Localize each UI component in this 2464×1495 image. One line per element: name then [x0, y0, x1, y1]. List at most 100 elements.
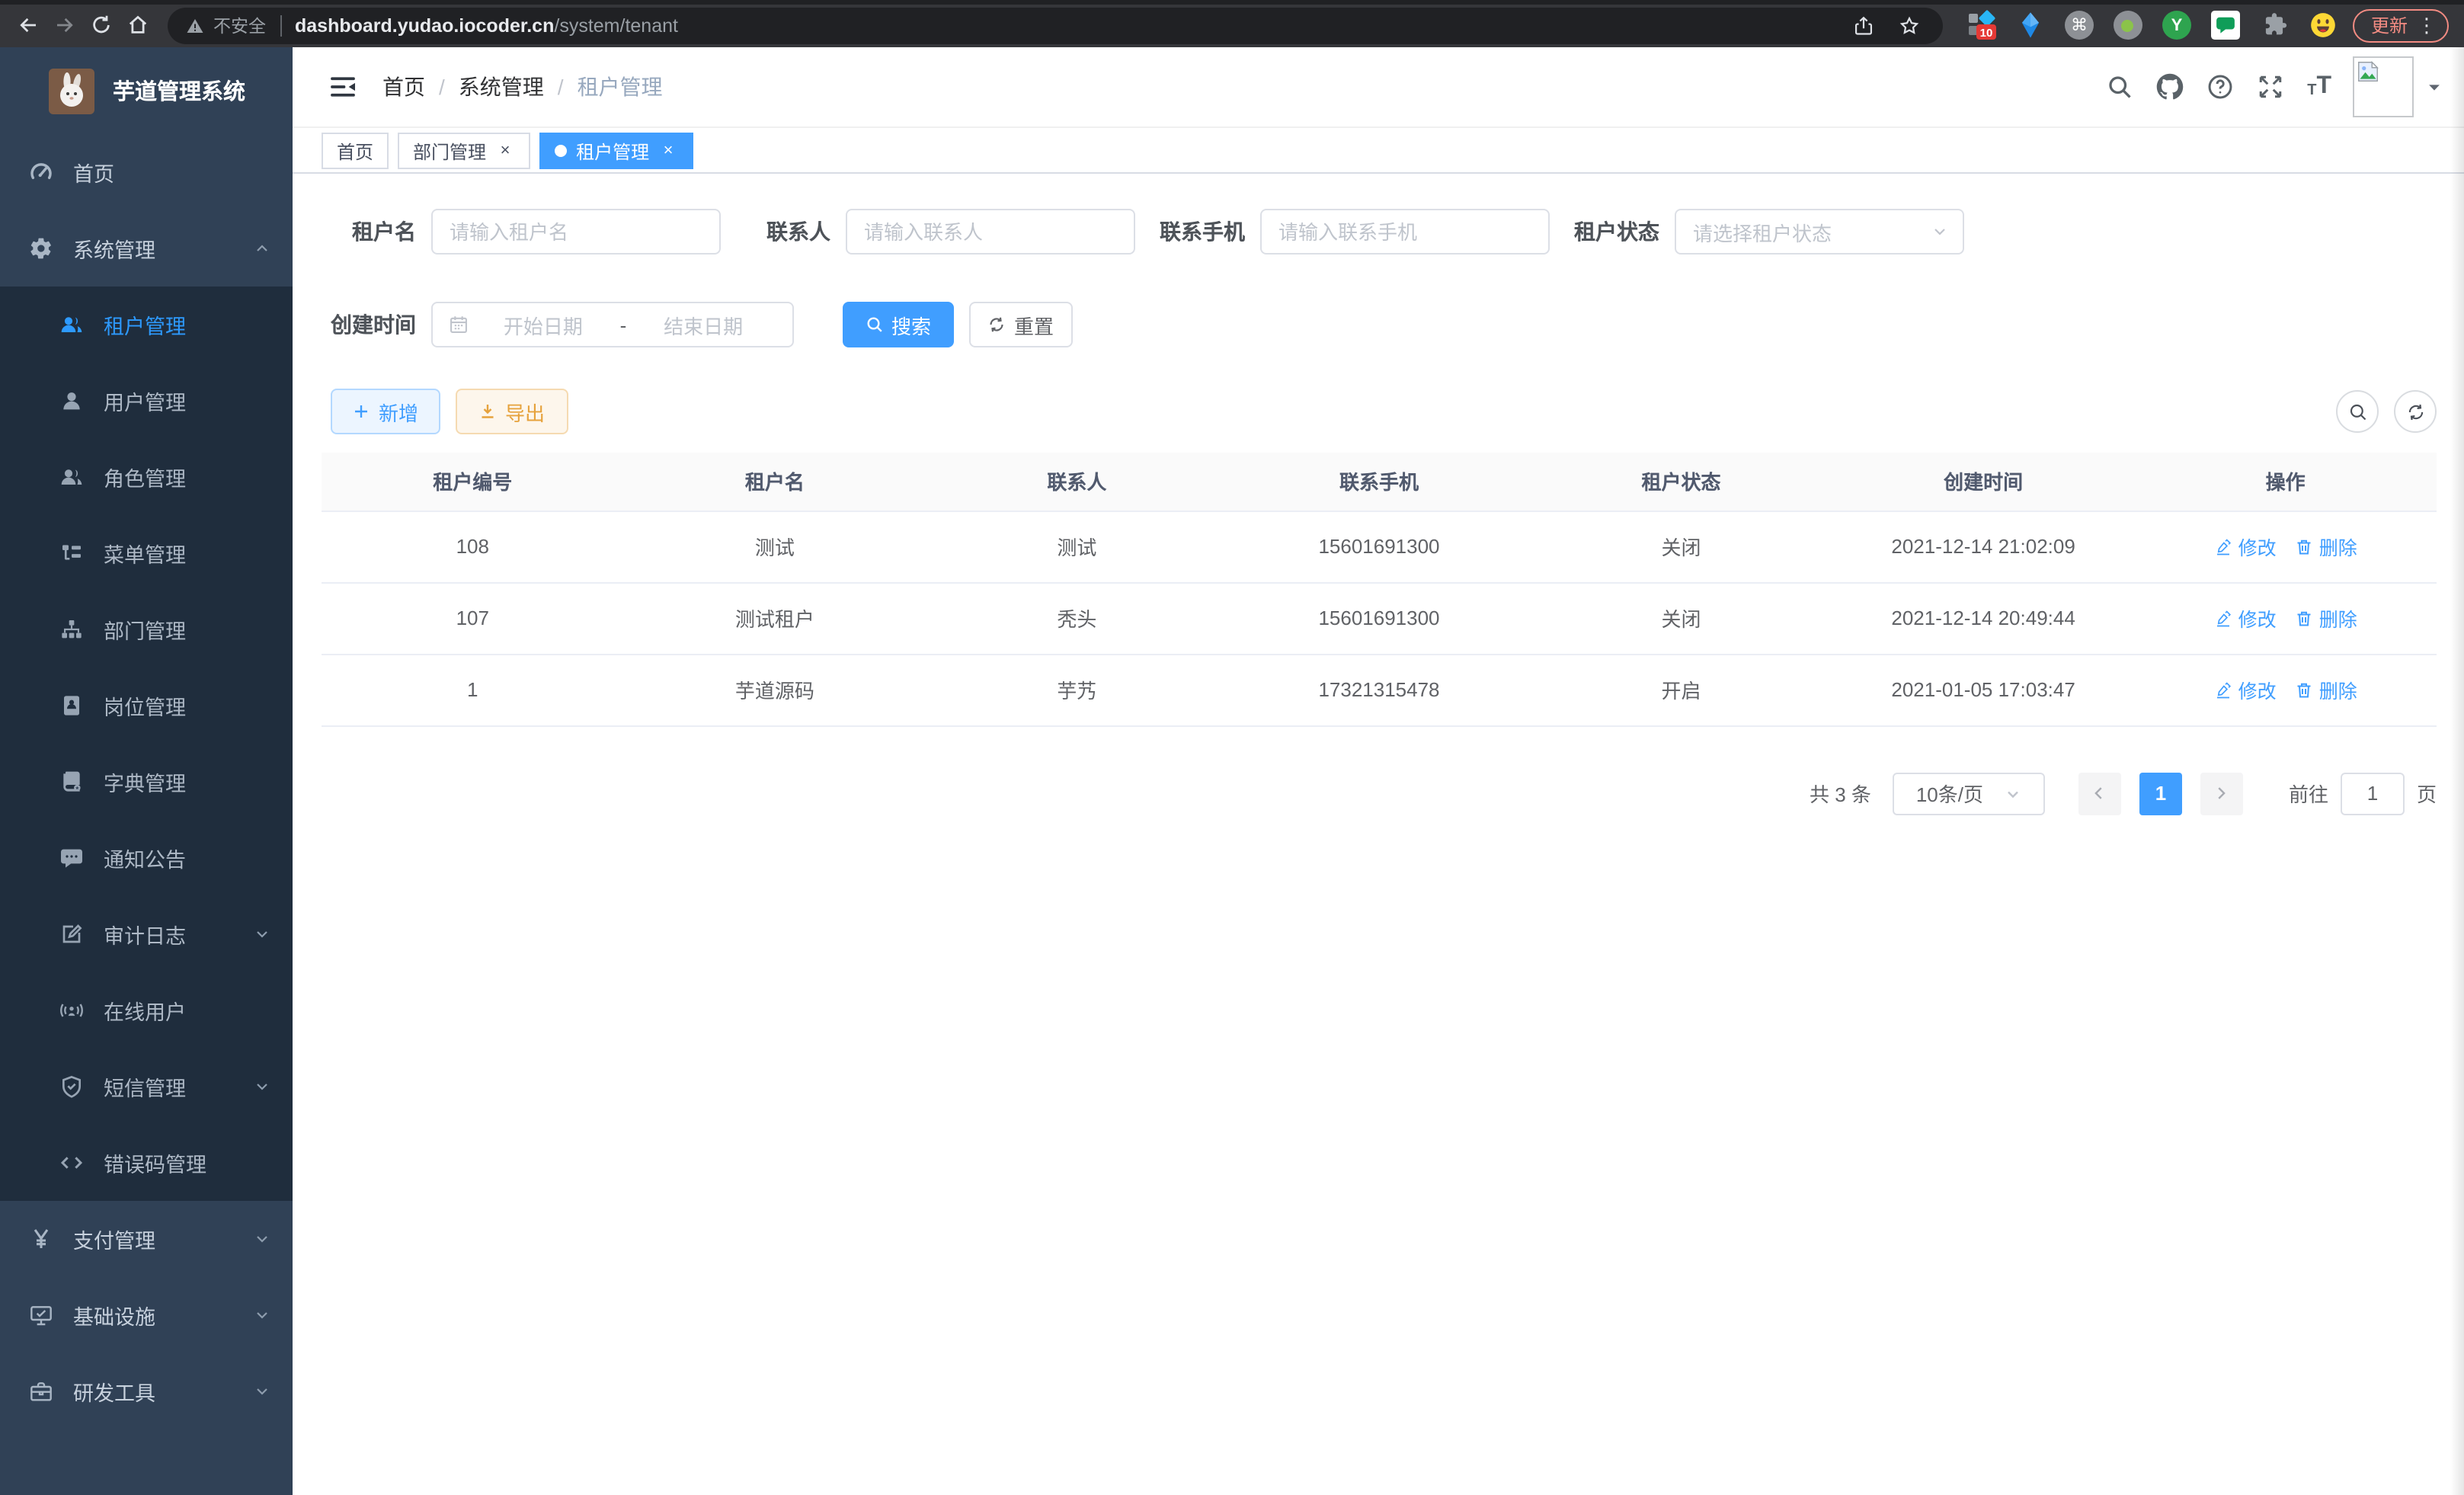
tenant-status-select[interactable]: 请选择租户状态: [1675, 209, 1964, 255]
goto-page-input[interactable]: [2341, 772, 2405, 815]
browser-toolbar: 不安全 dashboard.yudao.iocoder.cn/system/te…: [0, 0, 2464, 47]
edit-link[interactable]: 修改: [2214, 532, 2277, 561]
page-size-select[interactable]: 10条/页: [1893, 772, 2045, 815]
tab-label: 部门管理: [413, 138, 486, 164]
help-icon[interactable]: [2206, 73, 2234, 101]
sidebar-item[interactable]: 首页: [0, 134, 293, 210]
table-column-header: 联系人: [926, 453, 1228, 511]
sidebar-item[interactable]: 通知公告: [0, 820, 293, 896]
add-button[interactable]: 新增: [331, 389, 440, 434]
sidebar-item[interactable]: 审计日志: [0, 896, 293, 972]
not-secure-warning-icon: [186, 16, 204, 34]
share-icon[interactable]: [1848, 10, 1879, 40]
browser-home-icon[interactable]: [119, 8, 155, 42]
security-label[interactable]: 不安全: [213, 13, 266, 37]
sidebar-item-label: 错误码管理: [104, 1148, 206, 1178]
sidebar-item-label: 支付管理: [73, 1224, 155, 1254]
sidebar-item[interactable]: 字典管理: [0, 744, 293, 820]
table-column-header: 租户状态: [1530, 453, 1832, 511]
browser-back-icon[interactable]: [9, 8, 46, 42]
chevron-up-icon: [253, 239, 271, 258]
online-icon: [59, 998, 84, 1023]
chevron-down-icon[interactable]: [2426, 78, 2443, 95]
code-icon: [59, 1151, 84, 1175]
github-icon[interactable]: [2156, 73, 2184, 101]
profile-emoji-icon[interactable]: [2309, 11, 2338, 40]
browser-forward-icon[interactable]: [46, 8, 82, 42]
sidebar-item[interactable]: 角色管理: [0, 439, 293, 515]
browser-update-button[interactable]: 更新 ⋮: [2353, 8, 2449, 42]
font-size-icon[interactable]: TT: [2307, 75, 2331, 99]
export-button[interactable]: 导出: [456, 389, 568, 434]
sidebar-item[interactable]: 错误码管理: [0, 1125, 293, 1201]
sidebar-item[interactable]: 在线用户: [0, 972, 293, 1048]
trash-icon: [2295, 537, 2313, 555]
filter-input[interactable]: [846, 209, 1135, 255]
refresh-button[interactable]: [2394, 390, 2437, 433]
reset-button[interactable]: 重置: [969, 302, 1073, 347]
delete-link[interactable]: 删除: [2295, 675, 2357, 704]
browser-menu-icon[interactable]: ⋮: [2417, 13, 2437, 37]
edit-link[interactable]: 修改: [2214, 675, 2277, 704]
close-icon[interactable]: ×: [495, 141, 515, 161]
filter-input[interactable]: [1260, 209, 1550, 255]
sidebar-item[interactable]: 基础设施: [0, 1277, 293, 1353]
sidebar-item-label: 短信管理: [104, 1071, 186, 1102]
extension-y-icon[interactable]: Y: [2162, 11, 2191, 40]
delete-link[interactable]: 删除: [2295, 603, 2357, 632]
sidebar-item[interactable]: 部门管理: [0, 591, 293, 667]
date-filter-label: 创建时间: [331, 309, 416, 340]
extension-badge: 10: [1976, 24, 1996, 40]
extension-dot-icon[interactable]: [2114, 11, 2142, 40]
current-page[interactable]: 1: [2139, 772, 2182, 815]
search-icon[interactable]: [2106, 73, 2133, 101]
tab[interactable]: 部门管理 ×: [398, 133, 530, 169]
prev-page-button[interactable]: [2078, 772, 2121, 815]
chevron-down-icon: [253, 925, 271, 943]
breadcrumb-home[interactable]: 首页: [382, 72, 425, 102]
sidebar-item[interactable]: 短信管理: [0, 1048, 293, 1125]
bookmark-star-icon[interactable]: [1894, 10, 1925, 40]
url-path: /system/tenant: [554, 14, 678, 36]
logo[interactable]: 芋道管理系统: [0, 47, 293, 134]
extensions-puzzle-icon[interactable]: [2260, 11, 2289, 40]
extension-kite-icon[interactable]: [2016, 11, 2045, 40]
trash-icon: [2295, 680, 2313, 699]
message-icon: [59, 846, 84, 870]
cell-name: 芋道源码: [624, 654, 926, 725]
show-search-toggle-button[interactable]: [2336, 390, 2379, 433]
sidebar-item[interactable]: 用户管理: [0, 363, 293, 439]
menu-tree-icon: [59, 541, 84, 565]
select-placeholder: 请选择租户状态: [1693, 217, 1832, 246]
address-bar[interactable]: 不安全 dashboard.yudao.iocoder.cn/system/te…: [168, 7, 1943, 43]
edit-link[interactable]: 修改: [2214, 603, 2277, 632]
search-button[interactable]: 搜索: [843, 302, 954, 347]
extension-grid-icon[interactable]: 10: [1967, 11, 1996, 40]
sidebar-fold-icon[interactable]: [328, 72, 358, 102]
close-icon[interactable]: ×: [658, 141, 678, 161]
active-tab-dot: [555, 145, 567, 157]
tab[interactable]: 租户管理×: [539, 133, 693, 169]
filter-input[interactable]: [431, 209, 721, 255]
sidebar-item[interactable]: 岗位管理: [0, 667, 293, 744]
sidebar-item[interactable]: 支付管理: [0, 1201, 293, 1277]
sidebar-item[interactable]: 系统管理: [0, 210, 293, 287]
browser-reload-icon[interactable]: [82, 8, 119, 42]
fullscreen-icon[interactable]: [2257, 73, 2284, 101]
tab[interactable]: 首页: [322, 133, 389, 169]
extension-chat-icon[interactable]: [2211, 11, 2240, 40]
date-range-picker[interactable]: 开始日期 - 结束日期: [431, 302, 794, 347]
org-icon: [59, 617, 84, 642]
sidebar-item[interactable]: 菜单管理: [0, 515, 293, 591]
breadcrumb-system[interactable]: 系统管理: [459, 72, 544, 102]
delete-link[interactable]: 删除: [2295, 532, 2357, 561]
extension-command-icon[interactable]: ⌘: [2065, 11, 2094, 40]
sidebar-item-label: 角色管理: [104, 462, 186, 492]
total-count: 共 3 条: [1810, 779, 1871, 808]
sidebar-item[interactable]: 租户管理: [0, 287, 293, 363]
sidebar-item-label: 租户管理: [104, 309, 186, 340]
url-host: dashboard.yudao.iocoder.cn: [295, 14, 554, 36]
next-page-button[interactable]: [2200, 772, 2243, 815]
sidebar-item[interactable]: 研发工具: [0, 1353, 293, 1429]
avatar[interactable]: [2353, 56, 2414, 117]
